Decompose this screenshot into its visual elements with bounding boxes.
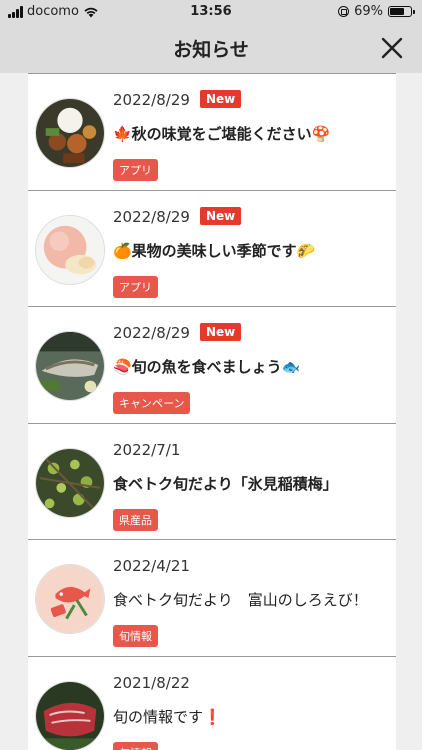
beef-thumbnail (35, 680, 105, 750)
category-tag: 旬情報 (113, 625, 158, 647)
list-item[interactable]: 2022/8/29 New 🍊果物の美味しい季節です🌮 アプリ (28, 189, 396, 306)
food-logo-thumbnail (35, 564, 105, 634)
ume-plum-thumbnail (35, 447, 105, 518)
battery-icon (388, 6, 415, 17)
item-title: 🍁秋の味覚をご堪能ください🍄 (113, 125, 331, 143)
list-item[interactable]: 2021/8/22 旬の情報です❗ 旬情報 (28, 655, 396, 750)
page-title: お知らせ (173, 39, 249, 61)
category-tag: キャンペーン (113, 392, 191, 414)
category-tag: 旬情報 (113, 741, 158, 750)
header: お知らせ (0, 24, 422, 73)
new-badge: New (200, 323, 242, 341)
list-item[interactable]: 2022/4/21 食べトク旬だより 富山のしろえび！ 旬情報 (28, 539, 396, 656)
item-title: 🍊果物の美味しい季節です🌮 (113, 241, 316, 260)
category-tag: アプリ (113, 275, 158, 298)
item-title: 🍣旬の魚を食べましょう🐟 (113, 358, 301, 376)
item-date: 2022/4/21 (113, 557, 190, 575)
notification-list: 2022/8/29 New 🍁秋の味覚をご堪能ください🍄 アプリ 2022/8/… (28, 73, 396, 750)
battery-level (390, 8, 404, 15)
status-right: 69% (338, 4, 415, 19)
item-title: 食ベトク旬だより「氷見稲積梅」 (113, 474, 338, 493)
orientation-lock-icon (338, 6, 350, 17)
peach-thumbnail (35, 214, 105, 285)
item-date: 2022/8/29 (113, 207, 190, 226)
item-title: 旬の情報です❗ (113, 707, 222, 726)
category-tag: 県産品 (113, 508, 158, 531)
autumn-food-thumbnail (35, 98, 105, 168)
item-date: 2022/8/29 (113, 324, 190, 342)
status-bar: docomo 13:56 69% (0, 0, 422, 24)
item-date: 2022/8/29 (113, 91, 190, 109)
list-item[interactable]: 2022/8/29 New 🍣旬の魚を食べましょう🐟 キャンペーン (28, 306, 396, 423)
list-item[interactable]: 2022/8/29 New 🍁秋の味覚をご堪能ください🍄 アプリ (28, 73, 396, 190)
list-item[interactable]: 2022/7/1 食ベトク旬だより「氷見稲積梅」 県産品 (28, 422, 396, 539)
grilled-fish-thumbnail (35, 331, 105, 401)
category-tag: アプリ (113, 159, 158, 181)
new-badge: New (200, 90, 242, 108)
close-icon[interactable] (380, 36, 404, 60)
new-badge: New (200, 206, 242, 225)
item-title: 食べトク旬だより 富山のしろえび！ (113, 591, 368, 609)
battery-percent: 69% (354, 4, 383, 19)
item-date: 2021/8/22 (113, 673, 190, 692)
item-date: 2022/7/1 (113, 440, 181, 459)
